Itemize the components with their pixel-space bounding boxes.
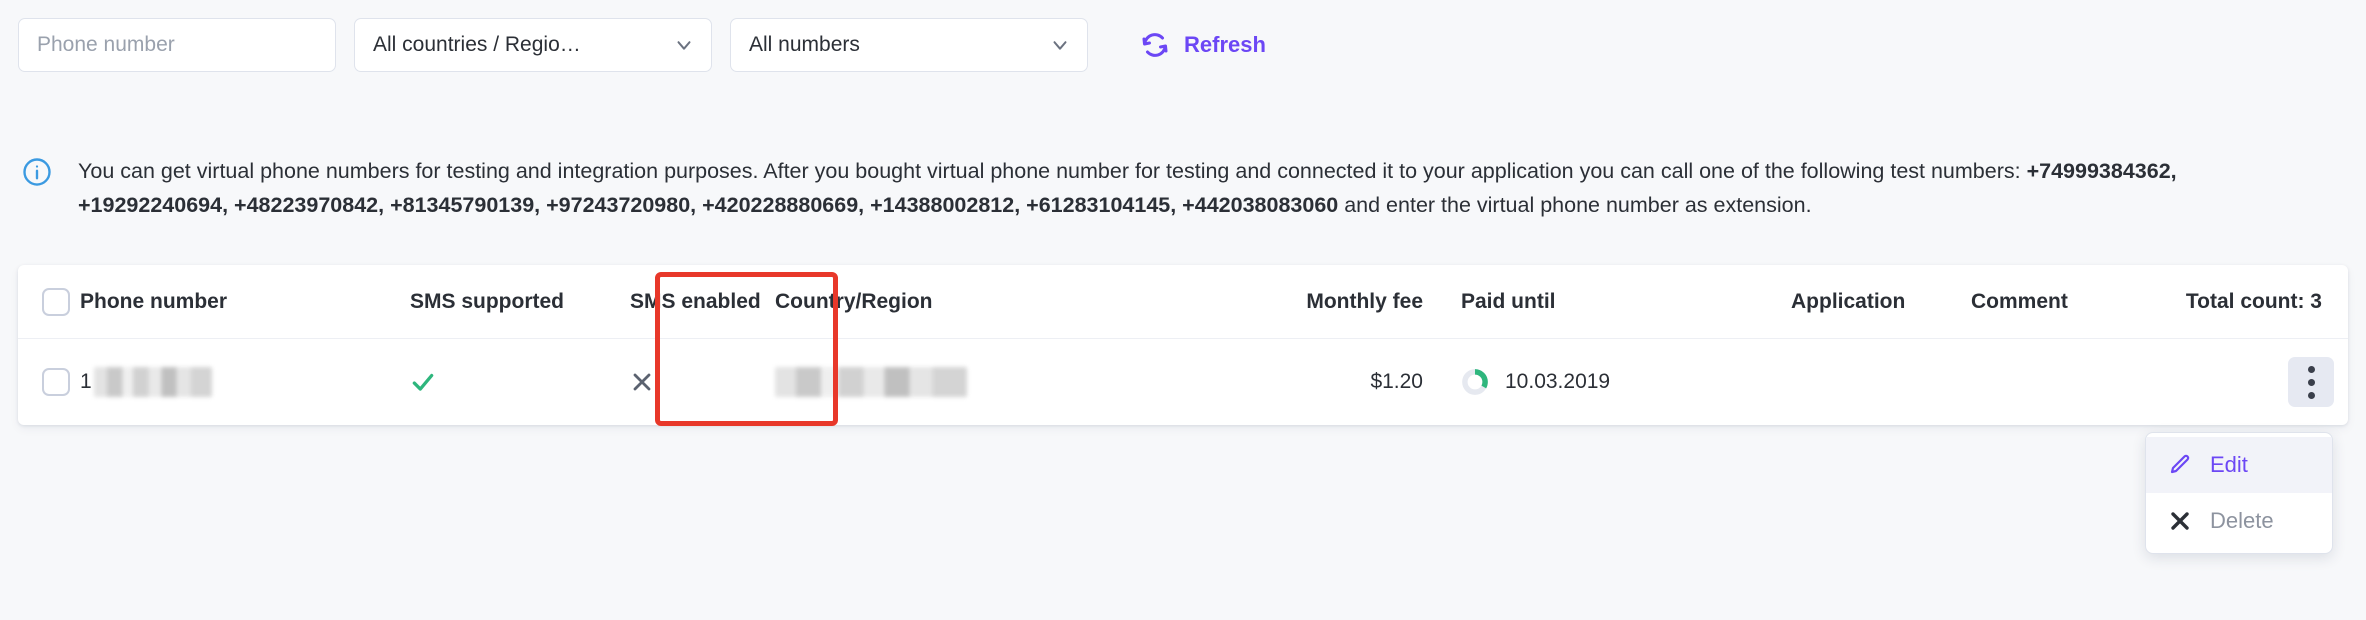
cell-sms-enabled [630, 370, 775, 394]
refresh-button[interactable]: Refresh [1140, 30, 1266, 60]
info-banner-line2-tail: and enter the virtual phone number as ex… [1338, 193, 1812, 217]
menu-item-edit-label: Edit [2210, 452, 2248, 477]
column-header-sms-supported[interactable]: SMS supported [410, 290, 630, 314]
row-actions-menu-button[interactable] [2288, 357, 2334, 407]
column-header-country-region[interactable]: Country/Region [775, 290, 1205, 314]
phone-numbers-table: Phone number SMS supported SMS enabled C… [18, 265, 2348, 425]
pencil-icon [2170, 454, 2190, 474]
phone-number-input[interactable]: Phone number [18, 18, 336, 72]
progress-donut-icon [1462, 369, 1488, 395]
column-header-paid-until[interactable]: Paid until [1423, 290, 1791, 314]
menu-item-delete-label: Delete [2210, 508, 2274, 533]
total-count-label: Total count: 3 [2185, 289, 2322, 313]
kebab-dot [2307, 391, 2315, 399]
phone-number-prefix: 1 [80, 370, 92, 393]
close-icon [2171, 512, 2189, 530]
column-header-sms-enabled[interactable]: SMS enabled [630, 290, 775, 314]
numbers-type-select-value: All numbers [749, 33, 860, 56]
cell-country-region [775, 367, 1205, 397]
country-region-select-value: All countries / Regio… [373, 33, 581, 56]
menu-item-delete[interactable]: Delete [2146, 493, 2332, 549]
select-all-checkbox[interactable] [42, 287, 70, 316]
info-banner-line1: You can get virtual phone numbers for te… [78, 159, 2021, 183]
phone-number-redacted-value [93, 367, 212, 397]
refresh-label: Refresh [1184, 32, 1266, 57]
paid-until-date: 10.03.2019 [1505, 370, 1611, 393]
refresh-icon [1142, 33, 1168, 57]
chevron-down-icon [1053, 41, 1067, 50]
country-region-redacted-value [775, 367, 967, 397]
chevron-down-icon [677, 41, 691, 50]
row-select-checkbox[interactable] [42, 368, 70, 396]
cell-paid-until: 10.03.2019 [1423, 368, 1791, 396]
country-region-select[interactable]: All countries / Regio… [354, 18, 712, 72]
column-header-phone-number[interactable]: Phone number [80, 290, 410, 314]
row-actions-context-menu: Edit Delete [2145, 432, 2333, 554]
phone-number-input-placeholder: Phone number [37, 33, 175, 56]
table-header-row: Phone number SMS supported SMS enabled C… [18, 265, 2348, 339]
info-icon [23, 158, 51, 186]
kebab-dot [2307, 365, 2315, 373]
info-banner-text: You can get virtual phone numbers for te… [78, 154, 2308, 222]
kebab-dot [2307, 378, 2315, 386]
table-row[interactable]: 1 $1.20 10.03.2019 [18, 339, 2348, 425]
cell-monthly-fee: $1.20 [1370, 370, 1423, 393]
column-header-application[interactable]: Application [1791, 290, 1971, 314]
close-icon [633, 373, 651, 391]
check-icon [412, 373, 434, 391]
column-header-comment[interactable]: Comment [1971, 290, 2111, 314]
row-select-cell [32, 368, 80, 396]
numbers-type-select[interactable]: All numbers [730, 18, 1088, 72]
filter-bar: Phone number All countries / Regio… All … [18, 18, 1266, 72]
cell-phone-number: 1 [80, 367, 410, 397]
info-banner: You can get virtual phone numbers for te… [22, 154, 2342, 222]
cell-sms-supported [410, 369, 630, 395]
menu-item-edit[interactable]: Edit [2146, 437, 2332, 493]
column-header-monthly-fee[interactable]: Monthly fee [1205, 290, 1423, 314]
select-all-cell [32, 287, 80, 316]
